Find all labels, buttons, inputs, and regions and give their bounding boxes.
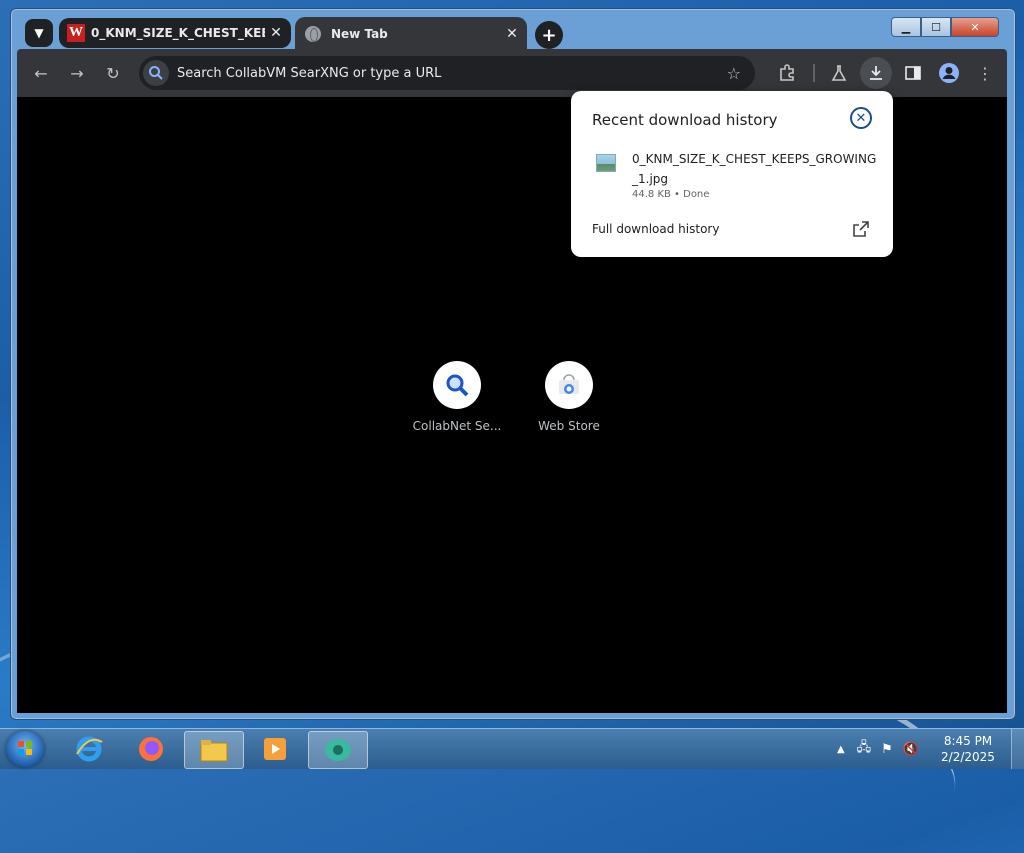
download-file-meta: 44.8 KB • Done	[632, 189, 710, 200]
search-icon	[143, 60, 169, 86]
system-tray: ▲ 🖧 ⚑ 🔇 8:45 PM 2/2/2025	[837, 729, 1024, 769]
toolbar-divider	[813, 64, 815, 82]
w-favicon-icon: W	[67, 24, 85, 42]
forward-arrow-icon[interactable]: →	[65, 61, 89, 85]
download-history-popup: Recent download history ✕ 0_KNM_SIZE_K_C…	[571, 91, 893, 257]
start-button[interactable]	[6, 731, 44, 767]
tab-search-button[interactable]: ▼	[25, 19, 53, 47]
clock-date: 2/2/2025	[941, 750, 995, 764]
firefox-icon[interactable]	[122, 731, 180, 767]
full-download-history-link[interactable]: Full download history	[592, 222, 719, 236]
close-window-button[interactable]: ✕	[951, 17, 999, 37]
extensions-icon[interactable]	[775, 61, 799, 85]
close-icon[interactable]: ✕	[265, 25, 287, 41]
shortcut-collabnet[interactable]: CollabNet Se...	[402, 361, 512, 433]
action-center-flag-icon[interactable]: ⚑	[881, 742, 893, 757]
network-icon[interactable]: 🖧	[857, 738, 872, 760]
shortcut-label: Web Store	[538, 419, 600, 433]
show-hidden-icons-icon[interactable]: ▲	[837, 744, 845, 755]
tab-title: 0_KNM_SIZE_K_CHEST_KEEPS_	[91, 26, 265, 40]
tab-download-file[interactable]: W 0_KNM_SIZE_K_CHEST_KEEPS_ ✕	[59, 18, 291, 48]
tab-title: New Tab	[331, 27, 388, 41]
window-controls: ▁ ☐ ✕	[891, 17, 999, 37]
chrome-browser-icon[interactable]	[308, 731, 368, 769]
clock[interactable]: 8:45 PM 2/2/2025	[933, 733, 1003, 765]
omnibox-placeholder: Search CollabVM SearXNG or type a URL	[177, 65, 442, 81]
chevron-down-icon: ▼	[34, 26, 44, 40]
back-arrow-icon[interactable]: ←	[29, 61, 53, 85]
menu-kebab-icon[interactable]: ⋮	[973, 61, 997, 85]
plus-icon: +	[541, 24, 557, 46]
popup-title: Recent download history	[592, 111, 778, 129]
search-icon	[433, 361, 481, 409]
new-tab-button[interactable]: +	[535, 21, 563, 49]
open-external-icon[interactable]	[852, 220, 870, 238]
bookmark-star-icon[interactable]: ☆	[727, 64, 741, 83]
tab-strip: ▼ W 0_KNM_SIZE_K_CHEST_KEEPS_ ✕ New Tab …	[17, 15, 1007, 53]
shortcut-label: CollabNet Se...	[412, 419, 502, 433]
close-icon[interactable]: ✕	[850, 107, 872, 129]
image-file-icon	[596, 154, 616, 172]
profile-avatar-icon[interactable]	[937, 61, 961, 85]
taskbar: ▲ 🖧 ⚑ 🔇 8:45 PM 2/2/2025	[0, 728, 1024, 769]
clock-time: 8:45 PM	[943, 734, 993, 748]
labs-flask-icon[interactable]	[827, 61, 851, 85]
browser-toolbar: ← → ↻ Search CollabVM SearXNG or type a …	[17, 49, 1007, 97]
file-explorer-icon[interactable]	[184, 731, 244, 769]
volume-muted-icon[interactable]: 🔇	[903, 742, 919, 757]
internet-explorer-icon[interactable]	[60, 731, 118, 767]
maximize-button[interactable]: ☐	[921, 17, 951, 37]
download-icon[interactable]	[860, 57, 892, 89]
download-file-name[interactable]: 0_KNM_SIZE_K_CHEST_KEEPS_GROWING_1.jpg	[632, 149, 882, 189]
globe-icon	[305, 26, 321, 42]
webstore-icon	[545, 361, 593, 409]
tab-new-tab[interactable]: New Tab ✕	[295, 17, 527, 51]
shortcut-web-store[interactable]: Web Store	[514, 361, 624, 433]
side-panel-icon[interactable]	[901, 61, 925, 85]
reload-icon[interactable]: ↻	[101, 61, 125, 85]
close-icon[interactable]: ✕	[501, 26, 523, 42]
omnibox[interactable]: Search CollabVM SearXNG or type a URL ☆	[139, 56, 755, 90]
show-desktop-button[interactable]	[1011, 729, 1024, 769]
minimize-button[interactable]: ▁	[891, 17, 921, 37]
media-player-icon[interactable]	[246, 731, 304, 767]
